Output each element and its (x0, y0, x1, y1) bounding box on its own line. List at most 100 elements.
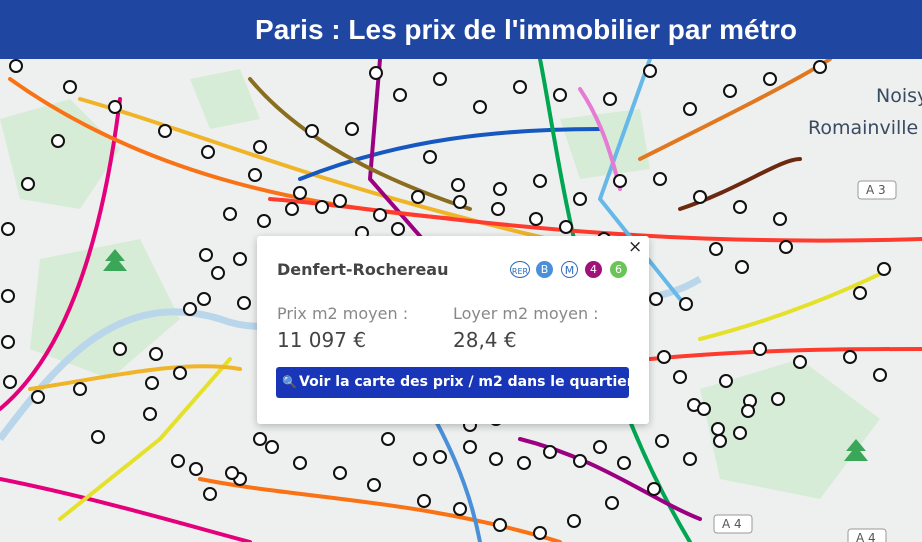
close-icon[interactable]: × (628, 237, 642, 257)
station-marker[interactable] (433, 72, 447, 86)
station-marker[interactable] (843, 350, 857, 364)
station-marker[interactable] (333, 194, 347, 208)
station-marker[interactable] (763, 72, 777, 86)
station-marker[interactable] (433, 450, 447, 464)
station-marker[interactable] (643, 64, 657, 78)
station-marker[interactable] (233, 252, 247, 266)
station-marker[interactable] (143, 407, 157, 421)
station-marker[interactable] (657, 350, 671, 364)
station-marker[interactable] (189, 462, 203, 476)
station-marker[interactable] (733, 426, 747, 440)
station-marker[interactable] (813, 60, 827, 74)
station-marker[interactable] (367, 478, 381, 492)
station-marker[interactable] (573, 454, 587, 468)
station-marker[interactable] (171, 454, 185, 468)
station-marker[interactable] (173, 366, 187, 380)
station-marker[interactable] (771, 392, 785, 406)
station-marker[interactable] (257, 214, 271, 228)
station-marker[interactable] (603, 92, 617, 106)
station-marker[interactable] (513, 80, 527, 94)
station-marker[interactable] (253, 140, 267, 154)
station-marker[interactable] (345, 122, 359, 136)
station-marker[interactable] (779, 240, 793, 254)
station-marker[interactable] (533, 174, 547, 188)
station-marker[interactable] (753, 342, 767, 356)
station-marker[interactable] (453, 502, 467, 516)
station-marker[interactable] (248, 168, 262, 182)
station-marker[interactable] (679, 297, 693, 311)
station-marker[interactable] (315, 200, 329, 214)
station-marker[interactable] (253, 432, 267, 446)
station-marker[interactable] (413, 452, 427, 466)
station-marker[interactable] (683, 452, 697, 466)
view-price-map-button[interactable]: 🔍 Voir la carte des prix / m2 dans le qu… (276, 367, 634, 398)
station-marker[interactable] (529, 212, 543, 226)
station-marker[interactable] (293, 456, 307, 470)
station-marker[interactable] (683, 102, 697, 116)
station-marker[interactable] (793, 355, 807, 369)
station-marker[interactable] (709, 242, 723, 256)
station-marker[interactable] (411, 190, 425, 204)
station-marker[interactable] (719, 374, 733, 388)
station-marker[interactable] (517, 456, 531, 470)
station-marker[interactable] (63, 80, 77, 94)
station-marker[interactable] (381, 432, 395, 446)
station-marker[interactable] (673, 370, 687, 384)
station-marker[interactable] (649, 292, 663, 306)
station-marker[interactable] (1, 222, 15, 236)
station-marker[interactable] (293, 186, 307, 200)
station-marker[interactable] (655, 434, 669, 448)
station-marker[interactable] (391, 222, 405, 236)
station-marker[interactable] (145, 376, 159, 390)
station-marker[interactable] (493, 518, 507, 532)
station-marker[interactable] (1, 335, 15, 349)
station-marker[interactable] (285, 202, 299, 216)
station-marker[interactable] (265, 440, 279, 454)
station-marker[interactable] (473, 100, 487, 114)
station-marker[interactable] (617, 456, 631, 470)
station-marker[interactable] (559, 220, 573, 234)
station-marker[interactable] (567, 514, 581, 528)
station-marker[interactable] (647, 482, 661, 496)
station-marker[interactable] (733, 200, 747, 214)
station-marker[interactable] (333, 466, 347, 480)
station-marker[interactable] (199, 248, 213, 262)
station-marker[interactable] (713, 434, 727, 448)
station-marker[interactable] (723, 84, 737, 98)
station-marker[interactable] (305, 124, 319, 138)
station-marker[interactable] (417, 494, 431, 508)
station-marker[interactable] (593, 440, 607, 454)
station-marker[interactable] (773, 212, 787, 226)
station-marker[interactable] (183, 302, 197, 316)
station-marker[interactable] (201, 145, 215, 159)
station-marker[interactable] (735, 260, 749, 274)
station-marker[interactable] (9, 59, 23, 73)
station-marker[interactable] (553, 88, 567, 102)
station-marker[interactable] (533, 526, 547, 540)
station-marker[interactable] (373, 208, 387, 222)
station-marker[interactable] (225, 466, 239, 480)
station-marker[interactable] (613, 174, 627, 188)
station-marker[interactable] (31, 390, 45, 404)
station-marker[interactable] (369, 66, 383, 80)
station-marker[interactable] (877, 262, 891, 276)
station-marker[interactable] (91, 430, 105, 444)
station-marker[interactable] (451, 178, 465, 192)
station-marker[interactable] (197, 292, 211, 306)
station-marker[interactable] (149, 347, 163, 361)
station-marker[interactable] (158, 124, 172, 138)
station-marker[interactable] (573, 192, 587, 206)
station-marker[interactable] (21, 177, 35, 191)
station-marker[interactable] (237, 296, 251, 310)
station-marker[interactable] (693, 190, 707, 204)
station-marker[interactable] (605, 496, 619, 510)
station-marker[interactable] (489, 452, 503, 466)
station-marker[interactable] (223, 207, 237, 221)
station-marker[interactable] (491, 202, 505, 216)
station-marker[interactable] (211, 266, 225, 280)
station-marker[interactable] (453, 195, 467, 209)
station-marker[interactable] (463, 440, 477, 454)
station-marker[interactable] (3, 375, 17, 389)
station-marker[interactable] (741, 404, 755, 418)
station-marker[interactable] (51, 134, 65, 148)
